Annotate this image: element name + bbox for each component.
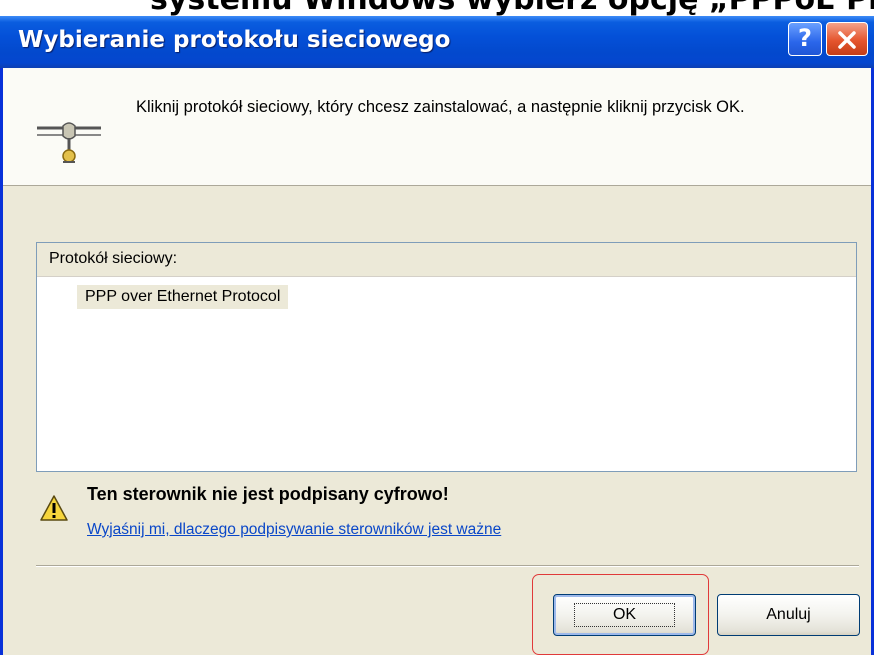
close-icon [838, 31, 856, 49]
ok-button-label: OK [573, 603, 676, 627]
close-button[interactable] [826, 22, 868, 56]
ok-button[interactable]: OK [553, 594, 696, 636]
help-button[interactable]: ? [788, 22, 822, 56]
driver-signing-help-link[interactable]: Wyjaśnij mi, dlaczego podpisywanie stero… [87, 521, 501, 539]
protocol-list[interactable]: Protokół sieciowy: PPP over Ethernet Pro… [36, 242, 857, 472]
list-column-header-label: Protokół sieciowy: [49, 250, 178, 267]
help-icon: ? [798, 24, 812, 52]
header-band [3, 68, 871, 186]
warning-title: Ten sterownik nie jest podpisany cyfrowo… [87, 484, 449, 504]
separator [36, 565, 859, 567]
dialog-title: Wybieranie protokołu sieciowego [18, 27, 451, 53]
network-protocol-icon [37, 122, 101, 163]
clipped-caption-text: systemu Windows wybierz opcję „PPPoE Pro… [150, 0, 874, 17]
list-column-header[interactable]: Protokół sieciowy: [37, 243, 856, 277]
titlebar[interactable]: Wybieranie protokołu sieciowego ? [0, 16, 874, 68]
cancel-button[interactable]: Anuluj [717, 594, 860, 636]
list-item[interactable]: PPP over Ethernet Protocol [77, 285, 289, 309]
warning-icon [40, 495, 68, 521]
dialog-window: Wybieranie protokołu sieciowego ? Klikni… [0, 16, 874, 655]
instruction-text: Kliknij protokół sieciowy, który chcesz … [136, 98, 745, 116]
screenshot: systemu Windows wybierz opcję „PPPoE Pro… [0, 0, 874, 655]
